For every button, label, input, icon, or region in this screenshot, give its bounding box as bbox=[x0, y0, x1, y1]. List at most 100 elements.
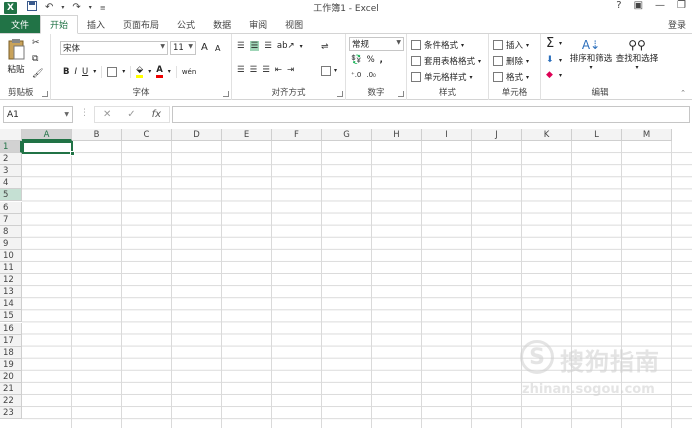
tab-file[interactable]: 文件 bbox=[0, 15, 40, 33]
align-center-icon[interactable]: ☰ bbox=[250, 65, 258, 75]
row-header-21[interactable]: 21 bbox=[0, 383, 22, 396]
number-format-select[interactable]: 常规 ▼ bbox=[349, 37, 404, 51]
underline-button[interactable]: U bbox=[82, 67, 88, 77]
alignment-dialog-launcher-icon[interactable] bbox=[337, 91, 343, 97]
accounting-format-icon[interactable]: 💱 bbox=[351, 55, 362, 65]
increase-decimal-icon[interactable]: ⁺.0 bbox=[351, 71, 361, 79]
collapse-ribbon-icon[interactable]: ⌃ bbox=[680, 89, 686, 97]
italic-button[interactable]: I bbox=[74, 67, 77, 77]
row-header-14[interactable]: 14 bbox=[0, 298, 22, 311]
column-header-b[interactable]: B bbox=[72, 129, 122, 141]
column-header-j[interactable]: J bbox=[472, 129, 522, 141]
restore-button[interactable]: ❐ bbox=[677, 0, 686, 11]
sort-filter-button[interactable]: A⇣ 排序和筛选 ▾ bbox=[569, 38, 613, 71]
format-cells-button[interactable]: 格式 ▾ bbox=[493, 71, 529, 83]
row-header-5[interactable]: 5 bbox=[0, 189, 22, 202]
align-right-icon[interactable]: ☰ bbox=[262, 65, 270, 75]
font-color-icon[interactable]: A bbox=[156, 65, 163, 78]
tab-data[interactable]: 数据 bbox=[204, 15, 240, 33]
borders-dropdown-icon[interactable]: ▾ bbox=[122, 68, 125, 75]
tab-home[interactable]: 开始 bbox=[40, 15, 79, 34]
merge-dropdown-icon[interactable]: ▾ bbox=[334, 67, 337, 74]
fill-icon[interactable]: ⬇ bbox=[546, 55, 554, 65]
row-header-15[interactable]: 15 bbox=[0, 310, 22, 323]
row-header-23[interactable]: 23 bbox=[0, 407, 22, 420]
minimize-button[interactable]: — bbox=[655, 0, 665, 11]
row-header-11[interactable]: 11 bbox=[0, 262, 22, 275]
cell-styles-button[interactable]: 单元格样式 ▾ bbox=[411, 71, 473, 83]
row-header-13[interactable]: 13 bbox=[0, 286, 22, 299]
column-header-a[interactable]: A bbox=[22, 129, 72, 141]
select-all-button[interactable] bbox=[0, 129, 22, 141]
number-dialog-launcher-icon[interactable] bbox=[398, 91, 404, 97]
row-header-2[interactable]: 2 bbox=[0, 153, 22, 166]
active-cell[interactable] bbox=[22, 141, 75, 156]
font-name-select[interactable]: 宋体 ▼ bbox=[60, 41, 168, 55]
tab-view[interactable]: 视图 bbox=[276, 15, 312, 33]
underline-dropdown-icon[interactable]: ▾ bbox=[93, 68, 96, 75]
bold-button[interactable]: B bbox=[63, 67, 69, 77]
row-header-10[interactable]: 10 bbox=[0, 249, 22, 262]
find-select-button[interactable]: ⚲⚲ 查找和选择 ▾ bbox=[615, 38, 659, 71]
column-header-d[interactable]: D bbox=[172, 129, 222, 141]
undo-icon[interactable]: ↶ bbox=[45, 2, 53, 13]
formula-bar-grip-icon[interactable]: ⋮ bbox=[80, 108, 89, 118]
save-icon[interactable] bbox=[27, 1, 37, 14]
orientation-dropdown-icon[interactable]: ▾ bbox=[300, 43, 303, 50]
bottom-align-icon[interactable]: ☰ bbox=[264, 41, 272, 51]
formula-input[interactable] bbox=[172, 106, 690, 123]
autosum-button[interactable]: Σ bbox=[546, 36, 554, 51]
delete-cells-button[interactable]: 删除 ▾ bbox=[493, 55, 529, 67]
row-header-1[interactable]: 1 bbox=[0, 141, 22, 154]
copy-icon[interactable]: ⧉ bbox=[32, 54, 38, 64]
column-header-h[interactable]: H bbox=[372, 129, 422, 141]
column-header-e[interactable]: E bbox=[222, 129, 272, 141]
font-size-select[interactable]: 11 ▼ bbox=[170, 41, 196, 55]
column-header-m[interactable]: M bbox=[622, 129, 672, 141]
font-color-dropdown-icon[interactable]: ▾ bbox=[168, 68, 171, 75]
format-painter-icon[interactable]: 🖌 bbox=[32, 69, 43, 79]
tab-page-layout[interactable]: 页面布局 bbox=[114, 15, 168, 33]
grow-font-button[interactable]: A bbox=[201, 42, 208, 53]
login-link[interactable]: 登录 bbox=[668, 15, 692, 33]
column-header-i[interactable]: I bbox=[422, 129, 472, 141]
undo-dropdown-icon[interactable]: ▾ bbox=[61, 4, 64, 11]
row-header-22[interactable]: 22 bbox=[0, 395, 22, 408]
top-align-icon[interactable]: ☰ bbox=[237, 41, 245, 51]
tab-insert[interactable]: 插入 bbox=[78, 15, 114, 33]
paste-button[interactable]: 粘贴 bbox=[5, 38, 27, 75]
conditional-format-button[interactable]: 条件格式 ▾ bbox=[411, 39, 464, 51]
format-as-table-button[interactable]: 套用表格格式 ▾ bbox=[411, 55, 481, 67]
row-header-4[interactable]: 4 bbox=[0, 177, 22, 190]
fill-dropdown-icon[interactable]: ▾ bbox=[559, 57, 562, 64]
fill-color-icon[interactable]: ⬙ bbox=[136, 65, 144, 78]
row-header-20[interactable]: 20 bbox=[0, 370, 22, 383]
font-dialog-launcher-icon[interactable] bbox=[223, 91, 229, 97]
clipboard-dialog-launcher-icon[interactable] bbox=[42, 91, 48, 97]
confirm-entry-button[interactable]: ✓ bbox=[127, 109, 135, 120]
phonetic-guide-button[interactable]: wén bbox=[182, 68, 196, 76]
row-header-6[interactable]: 6 bbox=[0, 201, 22, 214]
column-header-l[interactable]: L bbox=[572, 129, 622, 141]
column-header-f[interactable]: F bbox=[272, 129, 322, 141]
row-header-17[interactable]: 17 bbox=[0, 334, 22, 347]
ribbon-display-button[interactable]: ▣ bbox=[634, 0, 643, 11]
cut-icon[interactable]: ✂ bbox=[32, 38, 40, 48]
autosum-dropdown-icon[interactable]: ▾ bbox=[559, 40, 562, 47]
insert-function-button[interactable]: fx bbox=[152, 109, 161, 120]
column-header-g[interactable]: G bbox=[322, 129, 372, 141]
shrink-font-button[interactable]: A bbox=[215, 44, 220, 53]
tab-review[interactable]: 审阅 bbox=[240, 15, 276, 33]
decrease-indent-icon[interactable]: ⇤ bbox=[275, 65, 282, 75]
customize-qat-icon[interactable]: ≡ bbox=[100, 4, 106, 12]
row-header-19[interactable]: 19 bbox=[0, 358, 22, 371]
tab-formulas[interactable]: 公式 bbox=[168, 15, 204, 33]
redo-dropdown-icon[interactable]: ▾ bbox=[89, 4, 92, 11]
column-header-k[interactable]: K bbox=[522, 129, 572, 141]
row-header-8[interactable]: 8 bbox=[0, 225, 22, 238]
cancel-entry-button[interactable]: ✕ bbox=[103, 109, 111, 120]
align-left-icon[interactable]: ☰ bbox=[237, 65, 245, 75]
fill-handle[interactable] bbox=[70, 151, 75, 156]
merge-center-icon[interactable] bbox=[321, 66, 331, 76]
row-header-12[interactable]: 12 bbox=[0, 274, 22, 287]
